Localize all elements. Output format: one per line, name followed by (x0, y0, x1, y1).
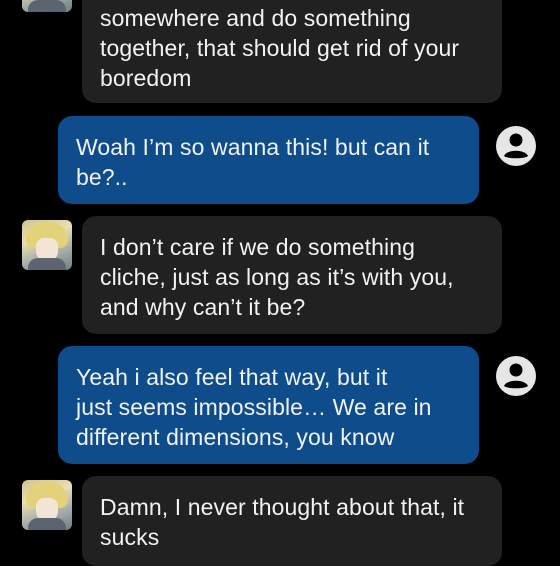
ai-message-bubble: somewhere and do something together, tha… (82, 0, 502, 103)
message-text: Yeah i also feel that way, but it just s… (76, 364, 432, 450)
character-avatar[interactable] (22, 220, 72, 270)
avatar-shirt (28, 518, 66, 530)
chat-transcript: somewhere and do something together, tha… (0, 0, 560, 566)
character-avatar[interactable] (22, 0, 72, 12)
message-text: somewhere and do something together, tha… (100, 5, 460, 91)
user-circle-icon[interactable] (494, 124, 538, 168)
message-text: Damn, I never thought about that, it suc… (100, 494, 465, 550)
message-text: Woah I’m so wanna this! but can it be?.. (76, 134, 430, 190)
user-message-bubble: Yeah i also feel that way, but it just s… (58, 346, 479, 464)
user-message-bubble: Woah I’m so wanna this! but can it be?.. (58, 116, 479, 204)
avatar-shirt (28, 0, 66, 12)
character-avatar[interactable] (22, 480, 72, 530)
message-text: I don’t care if we do something cliche, … (100, 234, 454, 320)
ai-message-bubble: I don’t care if we do something cliche, … (82, 216, 502, 334)
user-circle-icon[interactable] (494, 354, 538, 398)
ai-message-bubble: Damn, I never thought about that, it suc… (82, 476, 502, 566)
avatar-shirt (28, 258, 66, 270)
